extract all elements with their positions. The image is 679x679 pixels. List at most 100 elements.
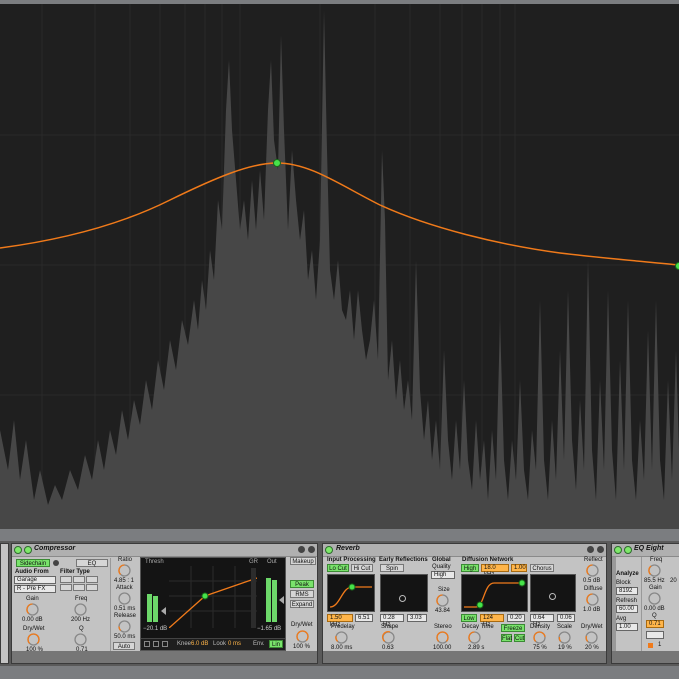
quality-select[interactable]: High (431, 571, 455, 579)
audio-from-select[interactable]: Garage (14, 576, 56, 584)
diffusion-high-button[interactable]: High (461, 564, 479, 572)
diffusion-low-button[interactable]: Low (461, 614, 477, 622)
eq-eight-play-icon[interactable] (624, 546, 632, 554)
auto-release-button[interactable]: Auto (113, 642, 135, 650)
env-mode-button[interactable]: Lin (269, 640, 283, 648)
flat-button[interactable]: Flat (501, 634, 512, 642)
shape-knob[interactable] (382, 631, 395, 644)
mode-icon-2[interactable] (153, 641, 159, 647)
predelay-knob[interactable] (335, 631, 348, 644)
compressor-title: Compressor (34, 545, 76, 552)
chorus-rate-field[interactable]: 0.64 Hz (530, 614, 554, 628)
eq-button[interactable]: EQ (76, 559, 108, 567)
decay-knob[interactable] (468, 631, 481, 644)
mode-icon-1[interactable] (144, 641, 150, 647)
reverb-header: Reverb (323, 544, 606, 557)
mode-icon-3[interactable] (162, 641, 168, 647)
shelf-filter-icon[interactable] (86, 584, 98, 591)
eq-eight-power-button[interactable] (614, 546, 622, 554)
compressor-curve-graph[interactable] (169, 566, 257, 628)
notch-filter-icon[interactable] (60, 584, 72, 591)
attack-knob[interactable] (118, 592, 131, 605)
size-value: 43.84 (435, 608, 451, 614)
eq-freq-knob[interactable] (648, 564, 661, 577)
diffusion-display[interactable] (461, 574, 528, 612)
low-freq-field[interactable]: 124 Hz (480, 614, 504, 628)
filter-type-buttons[interactable] (60, 576, 100, 592)
eq-band-number: 1 (658, 642, 662, 648)
eq-filter-type-select[interactable] (646, 631, 664, 639)
bandpass-filter-icon[interactable] (73, 576, 85, 583)
release-knob[interactable] (118, 620, 131, 633)
ratio-knob[interactable] (118, 564, 131, 577)
spin-rate-field[interactable]: 0.28 Hz (380, 614, 404, 628)
size-knob[interactable] (436, 594, 449, 607)
compressor-footer (12, 651, 317, 663)
sc-drywet-label: Dry/Wet (23, 626, 45, 632)
diffuse-knob[interactable] (586, 593, 599, 606)
scale-knob[interactable] (558, 631, 571, 644)
high-freq-field[interactable]: 18.0 kHz (481, 564, 509, 578)
cut-button[interactable]: Cut (514, 634, 525, 642)
eq-gain-knob[interactable] (648, 592, 661, 605)
reverb-power-button[interactable] (325, 546, 333, 554)
sidechain-toggle-icon[interactable] (53, 560, 59, 566)
input-filter-display[interactable] (327, 574, 375, 612)
spin-button[interactable]: Spin (380, 564, 404, 572)
input-freq-field[interactable]: 1.50 kHz (327, 614, 353, 628)
eq-band-node[interactable] (273, 159, 281, 167)
low-scale-field[interactable]: 0.20 (507, 614, 525, 622)
eq-band-node-right[interactable] (675, 262, 679, 270)
freeze-button[interactable]: Freeze (501, 624, 525, 632)
sc-gain-knob[interactable] (26, 603, 39, 616)
threshold-arrow-icon[interactable] (161, 607, 166, 615)
reverb-save-icon[interactable] (597, 546, 604, 553)
compressor-play-icon[interactable] (24, 546, 32, 554)
drywet-knob[interactable] (296, 630, 309, 643)
chorus-display[interactable] (530, 574, 576, 612)
block-select[interactable]: 8192 (616, 587, 638, 595)
reverb-device: Reverb Input Processing Lo Cut Hi Cut 1.… (322, 543, 607, 664)
eq-q-field[interactable]: 0.71 (646, 620, 664, 628)
hicut-button[interactable]: Hi Cut (351, 564, 373, 572)
compressor-save-icon[interactable] (308, 546, 315, 553)
sc-q-knob[interactable] (74, 633, 87, 646)
highpass-filter-icon[interactable] (86, 576, 98, 583)
sidechain-button[interactable]: Sidechain (16, 559, 50, 567)
sc-freq-knob[interactable] (74, 603, 87, 616)
expand-button[interactable]: Expand (290, 600, 314, 608)
high-scale-field[interactable]: 1.00 (511, 564, 527, 572)
audio-from-channel-select[interactable]: R - Pre FX (14, 585, 56, 593)
reflect-knob[interactable] (586, 564, 599, 577)
density-knob[interactable] (533, 631, 546, 644)
diffusion-network-label: Diffusion Network (462, 557, 514, 563)
chorus-handle-icon[interactable] (549, 593, 556, 600)
spin-handle-icon[interactable] (399, 595, 406, 602)
output-meter-left (266, 578, 271, 622)
peak-filter-icon[interactable] (73, 584, 85, 591)
spin-amount-field[interactable]: 3.03 (407, 614, 427, 622)
stereo-knob[interactable] (436, 631, 449, 644)
output-arrow-icon[interactable] (279, 596, 284, 604)
reverb-unfold-icon[interactable] (587, 546, 594, 553)
compressor-unfold-icon[interactable] (298, 546, 305, 553)
eq-spectrum-display[interactable] (0, 0, 679, 533)
makeup-button[interactable]: Makeup (290, 557, 316, 565)
reverb-drywet-knob[interactable] (585, 631, 598, 644)
spin-display[interactable] (380, 574, 428, 612)
sc-drywet-knob[interactable] (27, 633, 40, 646)
refresh-field[interactable]: 60.00 (616, 605, 638, 613)
rms-button[interactable]: RMS (290, 590, 314, 598)
avg-field[interactable]: 1.00 (616, 623, 638, 631)
chorus-amount-field[interactable]: 0.06 (557, 614, 575, 622)
locut-button[interactable]: Lo Cut (327, 564, 349, 572)
compressor-power-button[interactable] (14, 546, 22, 554)
knee-value[interactable]: 6.0 dB (191, 641, 208, 647)
look-value[interactable]: 0 ms (228, 641, 241, 647)
input-width-field[interactable]: 6.51 (355, 614, 373, 622)
eq-band-active-icon[interactable] (648, 643, 653, 648)
lowpass-filter-icon[interactable] (60, 576, 72, 583)
chorus-button[interactable]: Chorus (530, 564, 554, 572)
thresh-label: Thresh (145, 559, 164, 565)
peak-button[interactable]: Peak (290, 580, 314, 588)
